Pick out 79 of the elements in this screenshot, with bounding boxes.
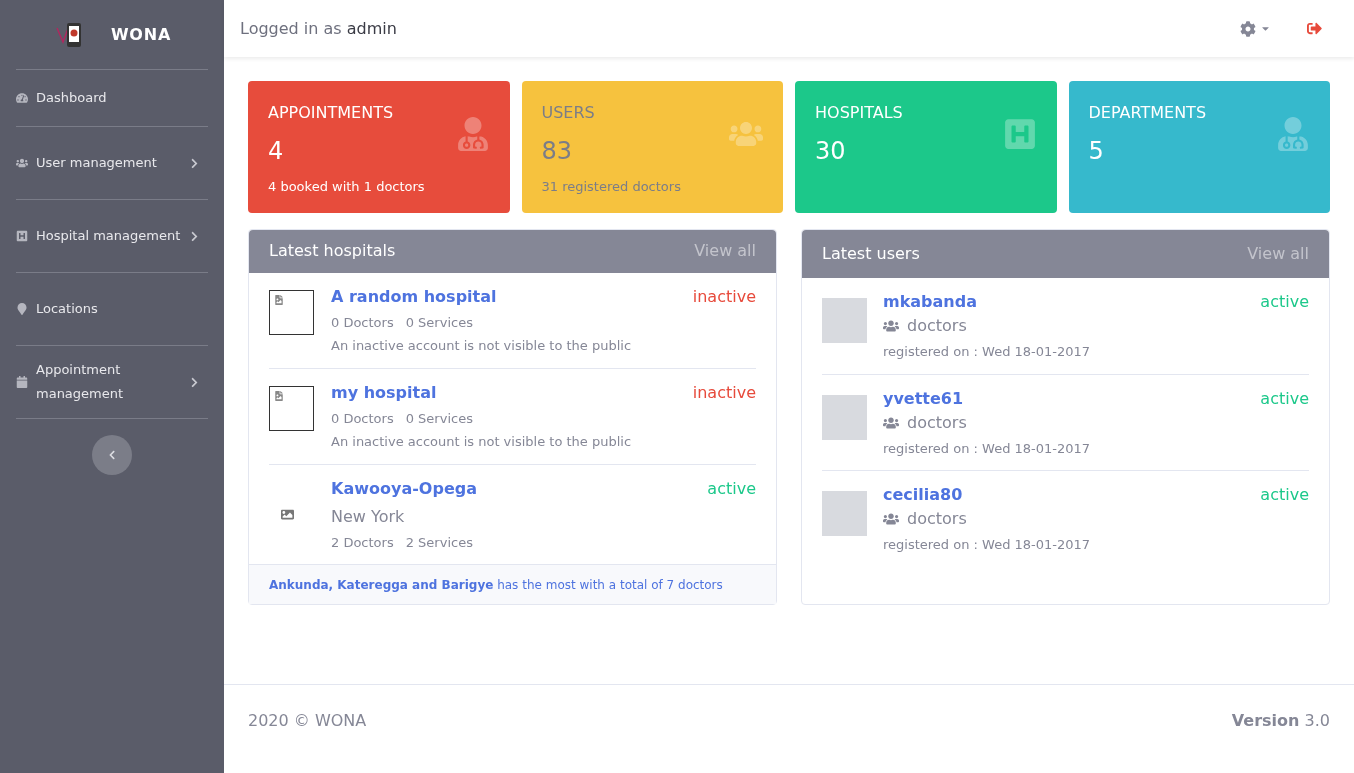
- stat-note: 31 registered doctors: [541, 178, 681, 196]
- service-count: 2 Services: [405, 533, 473, 552]
- photo-placeholder: [822, 394, 867, 440]
- sidebar-label: Hospital management: [36, 227, 181, 245]
- stat-title: HOSPITALS: [815, 102, 903, 124]
- status-text: inactive: [692, 381, 756, 404]
- brand-name: WONA: [110, 23, 172, 46]
- user-group: doctors: [907, 314, 967, 338]
- hospital-name-link[interactable]: Kawooya-Opega: [331, 476, 477, 501]
- doctor-count: 0 Doctors: [331, 313, 394, 332]
- broken-image-icon: [274, 294, 284, 305]
- status-text: inactive: [692, 285, 756, 308]
- stat-value: 5: [1088, 136, 1105, 167]
- status-text: active: [1260, 387, 1309, 410]
- sidebar-label: User management: [36, 154, 157, 172]
- logout-button[interactable]: [1307, 21, 1322, 36]
- copyright-text: 2020 © WONA: [248, 710, 367, 732]
- summary-text: Ankunda, Kateregga and Barigye has the most with a total of 7 doctors: [269, 576, 723, 594]
- stat-title: APPOINTMENTS: [268, 102, 395, 124]
- settings-dropdown[interactable]: [1240, 20, 1271, 37]
- sidebar-label: Appointment management: [36, 361, 125, 403]
- doctor-count: 2 Doctors: [331, 533, 394, 552]
- photo-placeholder: [822, 491, 867, 536]
- sidebar-label: Dashboard: [36, 89, 107, 107]
- stat-title: USERS: [541, 102, 596, 124]
- image-icon: [281, 507, 294, 521]
- hospital-name-link[interactable]: my hospital: [331, 380, 437, 405]
- hospital-sign-icon: [16, 230, 28, 242]
- sidebar-item[interactable]: Locations: [16, 273, 208, 346]
- doctor-icon: [1276, 117, 1310, 151]
- stat-value: 83: [541, 136, 574, 167]
- doctor-icon: [455, 117, 490, 151]
- panel-title: Latest users: [822, 243, 920, 265]
- sidebar-item[interactable]: Appointment management: [16, 346, 208, 419]
- logout-icon: [1307, 21, 1322, 36]
- sidebar-item[interactable]: Dashboard: [16, 70, 208, 127]
- username-link[interactable]: cecilia80: [883, 483, 963, 507]
- chevron-left-icon: [107, 450, 117, 460]
- hospital-name-link[interactable]: A random hospital: [331, 284, 497, 309]
- version-text: Version 3.0: [1231, 710, 1330, 732]
- hospital-note: An inactive account is not visible to the public: [331, 433, 633, 451]
- stat-value: 4: [268, 136, 285, 167]
- photo-placeholder: [822, 298, 867, 343]
- service-count: 0 Services: [405, 409, 473, 428]
- stat-value: 30: [815, 136, 847, 167]
- sidebar-toggle-button[interactable]: [92, 435, 132, 475]
- username-link[interactable]: mkabanda: [883, 290, 977, 314]
- chevron-right-icon: [189, 230, 200, 242]
- user-group: doctors: [907, 507, 967, 531]
- registered-date: registered on : Wed 18-01-2017: [883, 343, 1092, 361]
- user-group: doctors: [907, 410, 967, 435]
- stat-note: 4 booked with 1 doctors: [268, 178, 425, 196]
- users-icon: [16, 157, 28, 169]
- users-icon: [883, 318, 899, 334]
- map-pin-icon: [16, 303, 28, 315]
- doctor-count: 0 Doctors: [331, 409, 394, 428]
- users-icon: [883, 511, 899, 527]
- logged-in-text: Logged in as admin: [240, 17, 397, 40]
- registered-date: registered on : Wed 18-01-2017: [883, 536, 1092, 554]
- chevron-right-icon: [189, 376, 200, 388]
- hospital-location: New York: [331, 505, 406, 528]
- calendar-icon: [16, 376, 28, 388]
- stat-title: DEPARTMENTS: [1088, 102, 1207, 124]
- panel-title: Latest hospitals: [269, 240, 396, 263]
- status-text: active: [1260, 484, 1309, 506]
- gauge-icon: [16, 92, 28, 104]
- service-count: 0 Services: [405, 313, 473, 332]
- username-link[interactable]: yvette61: [883, 386, 964, 411]
- sidebar-label: Locations: [36, 300, 98, 318]
- sidebar-item[interactable]: Hospital management: [16, 200, 208, 273]
- status-text: active: [707, 477, 756, 500]
- registered-date: registered on : Wed 18-01-2017: [883, 439, 1092, 458]
- broken-image-icon: [274, 390, 284, 401]
- chevron-right-icon: [189, 157, 200, 169]
- hospital-sign-icon: [1002, 117, 1037, 151]
- settings-icon: [1240, 20, 1256, 37]
- sidebar-item[interactable]: User management: [16, 127, 208, 200]
- status-text: active: [1260, 291, 1309, 313]
- hospital-note: An inactive account is not visible to the public: [331, 337, 633, 355]
